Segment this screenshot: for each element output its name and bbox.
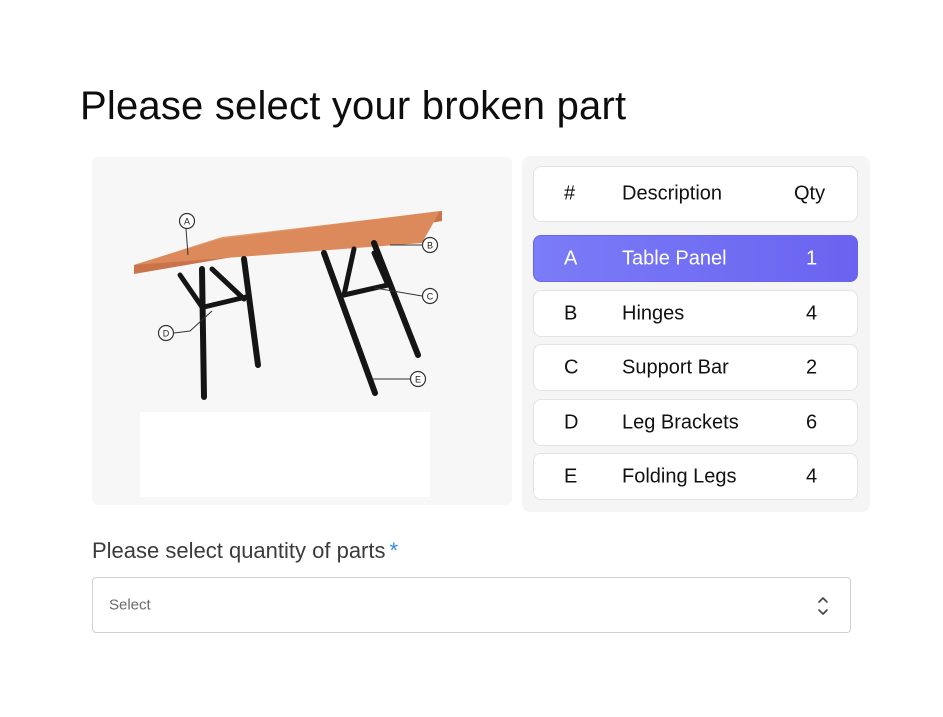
leg-front-left xyxy=(199,266,207,400)
quantity-label-text: Please select quantity of parts xyxy=(92,538,386,563)
parts-table: # Description Qty A Table Panel 1 B Hing… xyxy=(522,156,870,512)
part-id: E xyxy=(564,465,578,487)
quantity-select[interactable]: Select xyxy=(92,577,851,633)
callout-e-label: E xyxy=(415,375,421,385)
header-description: Description xyxy=(622,182,723,205)
part-row-e[interactable]: E Folding Legs 4 xyxy=(533,453,858,500)
part-id: B xyxy=(564,302,578,324)
part-description: Table Panel xyxy=(622,247,727,269)
leg-back-right xyxy=(371,240,421,358)
brace-left-a xyxy=(177,272,205,310)
part-description: Folding Legs xyxy=(622,465,737,487)
part-row-d[interactable]: D Leg Brackets 6 xyxy=(533,399,858,446)
quantity-label: Please select quantity of parts * xyxy=(92,538,398,564)
part-id: A xyxy=(564,247,578,269)
header-qty: Qty xyxy=(794,182,826,205)
support-bar-right xyxy=(341,282,391,298)
table-illustration: A B C D E xyxy=(134,211,442,497)
required-asterisk: * xyxy=(389,538,399,563)
part-qty: 1 xyxy=(806,247,818,269)
callout-d-leader xyxy=(173,310,213,334)
part-row-c[interactable]: C Support Bar 2 xyxy=(533,344,858,391)
part-row-a[interactable]: A Table Panel 1 xyxy=(533,235,858,282)
table-parts-diagram: A B C D E xyxy=(92,157,512,505)
callout-d-label: D xyxy=(163,329,170,339)
part-qty: 4 xyxy=(806,302,818,324)
callout-c-label: C xyxy=(427,292,434,302)
parts-table-header: # Description Qty xyxy=(533,166,858,222)
page-title: Please select your broken part xyxy=(80,84,627,128)
callout-a-label: A xyxy=(184,217,190,227)
part-description: Support Bar xyxy=(622,356,729,378)
support-bar-left xyxy=(201,294,249,310)
brace-left-b xyxy=(209,266,247,302)
part-qty: 4 xyxy=(806,465,818,487)
part-description: Leg Brackets xyxy=(622,411,739,433)
part-qty: 2 xyxy=(806,356,818,378)
diagram-shadow-area xyxy=(140,412,430,497)
part-row-b[interactable]: B Hinges 4 xyxy=(533,290,858,337)
part-description: Hinges xyxy=(622,302,685,324)
part-id: C xyxy=(564,356,579,378)
callout-c-leader xyxy=(374,287,423,297)
brace-right-a xyxy=(341,246,357,298)
header-id: # xyxy=(564,182,576,205)
callout-b-label: B xyxy=(427,241,433,251)
part-id: D xyxy=(564,411,579,433)
chevron-up-down-icon xyxy=(818,597,828,615)
leg-back-left xyxy=(241,256,261,368)
part-qty: 6 xyxy=(806,411,818,433)
quantity-select-placeholder: Select xyxy=(109,596,151,614)
